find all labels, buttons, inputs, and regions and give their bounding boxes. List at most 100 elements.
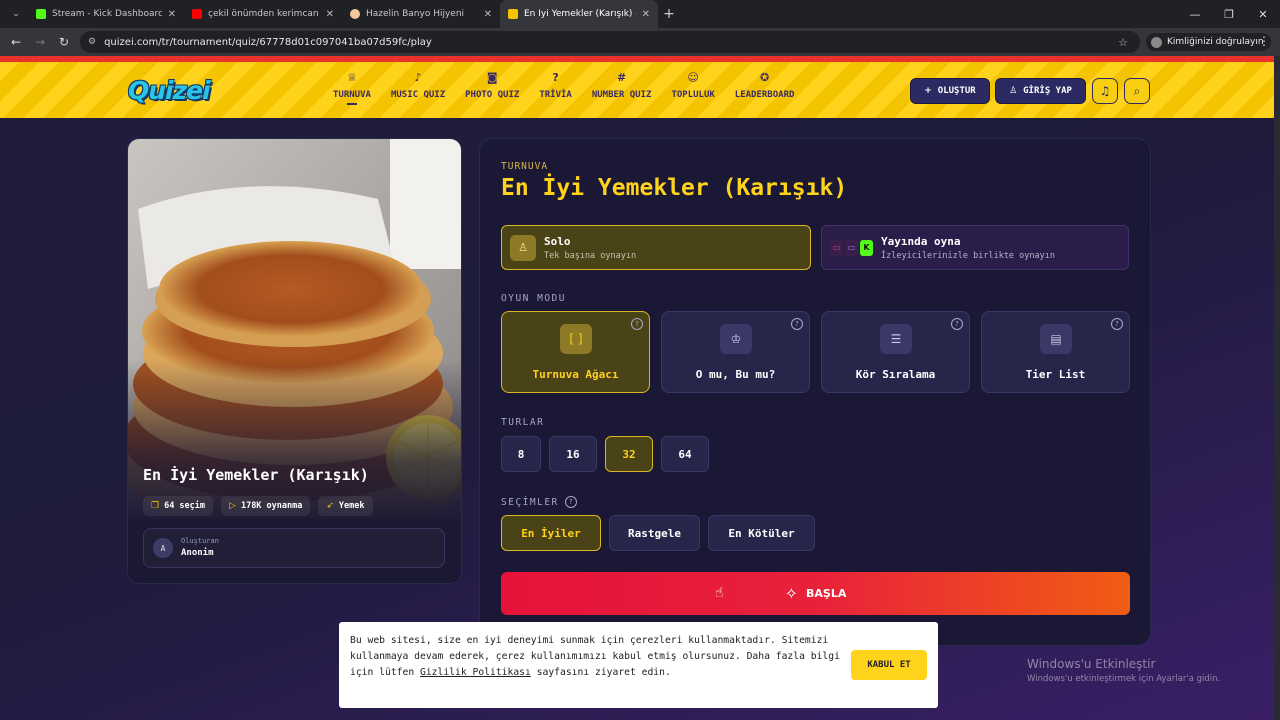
choices-section: SEÇİMLER ?	[501, 496, 577, 508]
choices-count-chip: ❐ 64 seçim	[143, 496, 214, 516]
game-mode-blind-ranking[interactable]: ☰ ? Kör Sıralama	[821, 311, 970, 393]
table-rows-icon: ▤	[1040, 324, 1072, 354]
user-icon: ♙	[1009, 86, 1018, 96]
game-mode-label-text: Tier List	[1025, 368, 1086, 381]
hash-icon: #	[617, 70, 627, 84]
browser-tab[interactable]: çekil önümden kerimcan durmaz ✕	[184, 0, 342, 28]
help-icon[interactable]: ?	[951, 318, 963, 330]
game-mode-this-or-that[interactable]: ♔ ? O mu, Bu mu?	[661, 311, 810, 393]
search-icon[interactable]: ⌕	[1124, 78, 1150, 104]
reload-icon[interactable]: ↻	[52, 35, 76, 49]
back-arrow-icon[interactable]: ←	[4, 35, 28, 49]
help-icon[interactable]: ?	[791, 318, 803, 330]
category-chip[interactable]: ➶ Yemek	[318, 496, 373, 516]
close-tab-icon[interactable]: ✕	[484, 9, 492, 20]
accept-cookies-button[interactable]: KABUL ET	[851, 650, 927, 680]
forward-arrow-icon[interactable]: →	[28, 35, 52, 49]
hand-cursor-icon: ☝	[715, 585, 724, 601]
site-header: Quizei ♕ TURNUVA ♪ MUSIC QUIZ ◙ PHOTO QU…	[0, 56, 1280, 118]
medal-icon: ✪	[759, 70, 770, 84]
trophy-icon: ♕	[347, 70, 357, 84]
create-label: OLUŞTUR	[937, 86, 976, 96]
close-tab-icon[interactable]: ✕	[326, 9, 334, 20]
nav-item-music-quiz[interactable]: ♪ MUSIC QUIZ	[388, 70, 448, 105]
site-favicon-icon	[350, 9, 360, 19]
streaming-platforms-icons: ▭ ▭ K	[830, 239, 873, 256]
start-label: BAŞLA	[806, 587, 847, 600]
nav-item-number-quiz[interactable]: # NUMBER QUIZ	[589, 70, 655, 105]
privacy-policy-link[interactable]: Gizlilik Politikası	[420, 667, 531, 678]
play-mode-solo[interactable]: ♙ Solo Tek başına oynayın	[501, 225, 811, 270]
play-icon: ▷	[229, 501, 236, 511]
kick-icon: K	[860, 239, 873, 256]
game-mode-label-text: Kör Sıralama	[855, 368, 936, 381]
youtube-icon: ▭	[830, 239, 843, 256]
quiz-stats: ❐ 64 seçim ▷ 178K oynanma ➶ Yemek	[143, 496, 373, 516]
round-option-64[interactable]: 64	[661, 436, 709, 472]
browser-tab[interactable]: Stream - Kick Dashboard ✕	[28, 0, 184, 28]
play-mode-stream[interactable]: ▭ ▭ K Yayında oyna İzleyicilerinizle bir…	[821, 225, 1129, 270]
browser-tab[interactable]: Hazelin Banyo Hijyeni ✕	[342, 0, 500, 28]
url-field[interactable]: ⚙ quizei.com/tr/tournament/quiz/67778d01…	[80, 31, 1140, 53]
question-icon: ?	[552, 70, 559, 84]
minimize-icon[interactable]: —	[1178, 0, 1212, 28]
choice-worst[interactable]: En Kötüler	[708, 515, 815, 551]
notification-bell-icon[interactable]: ♫	[1092, 78, 1118, 104]
site-logo[interactable]: Quizei	[128, 76, 211, 105]
help-icon[interactable]: ?	[631, 318, 643, 330]
round-option-8[interactable]: 8	[501, 436, 541, 472]
chip-label: 178K oynanma	[240, 501, 303, 511]
twitch-icon: ▭	[845, 239, 858, 256]
list-ordered-icon: ☰	[880, 324, 912, 354]
browser-tab-strip: ⌄ Stream - Kick Dashboard ✕ çekil önümde…	[0, 0, 1280, 28]
nav-item-topluluk[interactable]: ☺ TOPLULUK	[668, 70, 717, 105]
tab-search-chevron-icon[interactable]: ⌄	[4, 4, 28, 24]
nav-item-turnuva[interactable]: ♕ TURNUVA	[330, 70, 374, 105]
help-icon[interactable]: ?	[1111, 318, 1123, 330]
nav-item-leaderboard[interactable]: ✪ LEADERBOARD	[732, 70, 798, 105]
nav-label: NUMBER QUIZ	[591, 90, 652, 100]
profile-button[interactable]: Kimliğinizi doğrulayın	[1146, 33, 1271, 51]
cookie-text: Bu web sitesi, size en iyi deneyimi sunm…	[350, 633, 840, 681]
round-option-16[interactable]: 16	[549, 436, 597, 472]
game-mode-tournament-bracket[interactable]: [ ] ? Turnuva Ağacı	[501, 311, 650, 393]
chip-label: Yemek	[338, 501, 365, 511]
rounds-label: TURLAR	[501, 417, 545, 428]
login-label: GİRİŞ YAP	[1023, 86, 1072, 96]
bookmark-star-icon[interactable]: ☆	[1118, 36, 1128, 49]
cookie-banner: Bu web sitesi, size en iyi deneyimi sunm…	[339, 622, 938, 708]
close-window-icon[interactable]: ✕	[1246, 0, 1280, 28]
start-button[interactable]: ✧ BAŞLA	[501, 572, 1130, 615]
choice-best[interactable]: En İyiler	[501, 515, 601, 551]
round-option-32[interactable]: 32	[605, 436, 653, 472]
help-icon[interactable]: ?	[564, 496, 577, 508]
login-button[interactable]: ♙ GİRİŞ YAP	[995, 78, 1086, 104]
new-tab-plus-icon[interactable]: +	[658, 6, 680, 22]
quizei-favicon-icon	[508, 9, 518, 19]
windows-activation-title: Windows'u Etkinleştir	[1027, 657, 1156, 671]
stack-icon: ❐	[151, 501, 160, 511]
site-info-icon[interactable]: ⚙	[88, 37, 96, 47]
windows-activation-text: Windows'u etkinleştirmek için Ayarlar'a …	[1027, 674, 1221, 684]
choice-random[interactable]: Rastgele	[609, 515, 700, 551]
close-tab-icon[interactable]: ✕	[168, 9, 176, 20]
browser-tab-active[interactable]: En İyi Yemekler (Karışık) - Tier L ✕	[500, 0, 658, 28]
window-controls: — ❐ ✕	[1178, 0, 1280, 28]
main-nav: ♕ TURNUVA ♪ MUSIC QUIZ ◙ PHOTO QUIZ ? TR…	[330, 70, 797, 105]
plus-icon: +	[924, 86, 932, 96]
bracket-icon: [ ]	[560, 324, 592, 354]
nav-item-photo-quiz[interactable]: ◙ PHOTO QUIZ	[462, 70, 522, 105]
play-mode-title: Solo	[544, 234, 571, 248]
game-mode-tier-list[interactable]: ▤ ? Tier List	[981, 311, 1130, 393]
youtube-favicon-icon	[192, 9, 202, 19]
profile-label: Kimliğinizi doğrulayın	[1167, 37, 1264, 47]
close-tab-icon[interactable]: ✕	[642, 9, 650, 20]
quiz-type-label: TURNUVA	[501, 161, 549, 172]
nav-item-trivia[interactable]: ? TRİVİA	[536, 70, 575, 105]
play-mode-subtitle: Tek başına oynayın	[544, 250, 637, 261]
quiz-setup-panel: TURNUVA En İyi Yemekler (Karışık) ♙ Solo…	[479, 138, 1151, 646]
maximize-icon[interactable]: ❐	[1212, 0, 1246, 28]
create-button[interactable]: + OLUŞTUR	[910, 78, 990, 104]
scrollbar-track[interactable]	[1274, 56, 1280, 720]
browser-menu-icon[interactable]: ⋮	[1258, 34, 1270, 48]
